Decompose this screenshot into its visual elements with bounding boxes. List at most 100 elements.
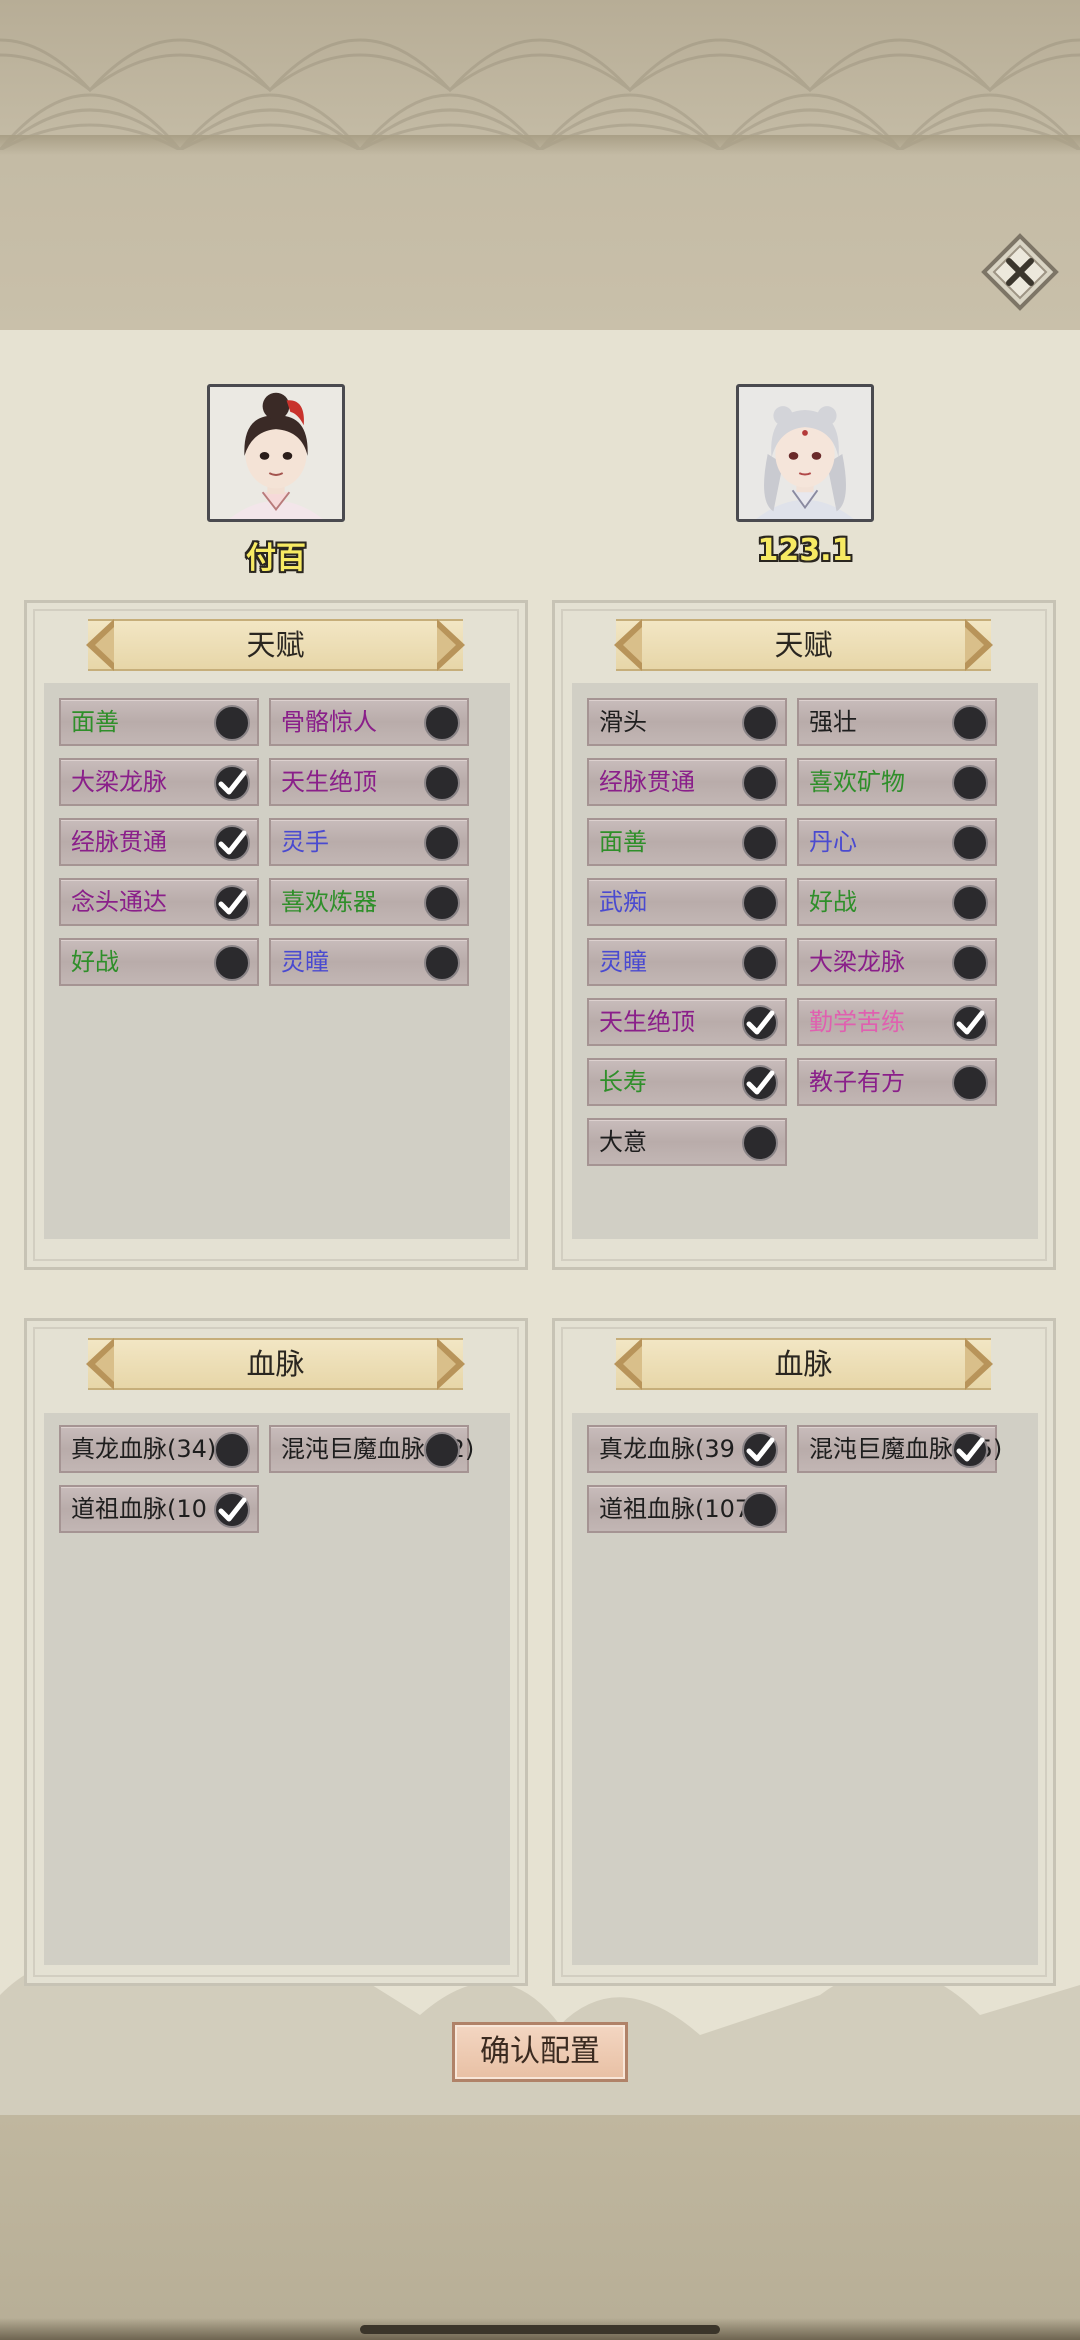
unchecked-toggle-icon[interactable] [741,824,779,862]
talent-chip[interactable]: 好战 [59,938,259,986]
checkmark-toggle-icon[interactable] [213,1491,251,1529]
talent-label: 长寿 [599,1068,647,1096]
unchecked-toggle-icon[interactable] [423,764,461,802]
confirm-config-button[interactable]: 确认配置 [452,2022,628,2082]
talent-label: 经脉贯通 [599,768,695,796]
talent-label: 滑头 [599,708,647,736]
bottom-decoration [0,2115,1080,2340]
right-talent-header: 天赋 [614,619,993,671]
unchecked-toggle-icon[interactable] [213,1431,251,1469]
checkmark-toggle-icon[interactable] [951,1431,989,1469]
talent-chip[interactable]: 大梁龙脉 [797,938,997,986]
talent-chip[interactable]: 灵瞳 [269,938,469,986]
bloodline-chip[interactable]: 道祖血脉(107) [587,1485,787,1533]
unchecked-toggle-icon[interactable] [423,1431,461,1469]
banner-arrow-right-icon [965,619,993,671]
banner-arrow-right-icon [437,619,465,671]
checkmark-toggle-icon[interactable] [741,1064,779,1102]
talent-chip[interactable]: 面善 [59,698,259,746]
checkmark-toggle-icon[interactable] [951,1004,989,1042]
talent-label: 教子有方 [809,1068,905,1096]
unchecked-toggle-icon[interactable] [951,704,989,742]
talent-label: 喜欢炼器 [281,888,377,916]
unchecked-toggle-icon[interactable] [741,884,779,922]
white-haired-cultivator-avatar-icon [739,387,871,519]
talent-chip[interactable]: 滑头 [587,698,787,746]
left-bloodline-panel [24,1318,528,1986]
right-avatar[interactable] [736,384,874,522]
talent-chip[interactable]: 灵瞳 [587,938,787,986]
bloodline-chip[interactable]: 混沌巨魔血脉(32) [269,1425,474,1473]
home-indicator[interactable] [360,2325,720,2334]
talent-label: 灵瞳 [599,948,647,976]
checkmark-toggle-icon[interactable] [741,1431,779,1469]
talent-chip[interactable]: 勤学苦练 [797,998,997,1046]
banner-arrow-right-icon [437,1338,465,1390]
unchecked-toggle-icon[interactable] [951,884,989,922]
unchecked-toggle-icon[interactable] [423,884,461,922]
talent-chip[interactable]: 灵手 [269,818,469,866]
left-avatar[interactable] [207,384,345,522]
left-character-name: 付百 [246,541,306,576]
unchecked-toggle-icon[interactable] [951,1064,989,1102]
talent-label: 大梁龙脉 [809,948,905,976]
unchecked-toggle-icon[interactable] [951,824,989,862]
talent-chip[interactable]: 好战 [797,878,997,926]
talent-chip[interactable]: 天生绝顶 [269,758,469,806]
talent-label: 灵瞳 [281,948,329,976]
right-talent-title: 天赋 [774,628,833,662]
checkmark-toggle-icon[interactable] [213,884,251,922]
talent-chip[interactable]: 骨骼惊人 [269,698,469,746]
unchecked-toggle-icon[interactable] [741,944,779,982]
talent-label: 丹心 [809,828,857,856]
checkmark-toggle-icon[interactable] [213,824,251,862]
unchecked-toggle-icon[interactable] [213,944,251,982]
unchecked-toggle-icon[interactable] [741,764,779,802]
talent-label: 好战 [71,948,119,976]
unchecked-toggle-icon[interactable] [741,1124,779,1162]
bloodline-chip[interactable]: 道祖血脉(10 [59,1485,259,1533]
talent-label: 天生绝顶 [281,768,377,796]
unchecked-toggle-icon[interactable] [741,1491,779,1529]
bloodline-chip[interactable]: 真龙血脉(39 [587,1425,787,1473]
unchecked-toggle-icon[interactable] [423,944,461,982]
unchecked-toggle-icon[interactable] [423,704,461,742]
unchecked-toggle-icon[interactable] [741,704,779,742]
talent-chip[interactable]: 面善 [587,818,787,866]
bloodline-label: 真龙血脉(39 [599,1435,735,1463]
talent-chip[interactable]: 大梁龙脉 [59,758,259,806]
talent-chip[interactable]: 天生绝顶 [587,998,787,1046]
talent-chip[interactable]: 丹心 [797,818,997,866]
talent-label: 勤学苦练 [809,1008,905,1036]
bloodline-chip[interactable]: 真龙血脉(34) [59,1425,259,1473]
wave-pattern-icon [0,38,1080,150]
checkmark-toggle-icon[interactable] [213,764,251,802]
talent-chip[interactable]: 大意 [587,1118,787,1166]
talent-chip[interactable]: 强壮 [797,698,997,746]
left-talent-header: 天赋 [86,619,465,671]
right-bloodline-panel [552,1318,1056,1986]
talent-label: 面善 [599,828,647,856]
talent-chip[interactable]: 喜欢矿物 [797,758,997,806]
talent-chip[interactable]: 经脉贯通 [59,818,259,866]
left-talent-title: 天赋 [246,628,305,662]
right-bloodline-title: 血脉 [774,1347,833,1381]
talent-chip[interactable]: 经脉贯通 [587,758,787,806]
talent-label: 喜欢矿物 [809,768,905,796]
talent-label: 面善 [71,708,119,736]
talent-chip[interactable]: 长寿 [587,1058,787,1106]
bloodline-label: 真龙血脉(34) [71,1435,217,1463]
unchecked-toggle-icon[interactable] [951,764,989,802]
close-button[interactable] [980,232,1060,312]
talent-chip[interactable]: 念头通达 [59,878,259,926]
unchecked-toggle-icon[interactable] [423,824,461,862]
close-icon [981,233,1059,311]
checkmark-toggle-icon[interactable] [741,1004,779,1042]
talent-chip[interactable]: 喜欢炼器 [269,878,469,926]
unchecked-toggle-icon[interactable] [951,944,989,982]
bloodline-chip[interactable]: 混沌巨魔血脉(35) [797,1425,1002,1473]
talent-chip[interactable]: 武痴 [587,878,787,926]
talent-label: 好战 [809,888,857,916]
talent-chip[interactable]: 教子有方 [797,1058,997,1106]
unchecked-toggle-icon[interactable] [213,704,251,742]
